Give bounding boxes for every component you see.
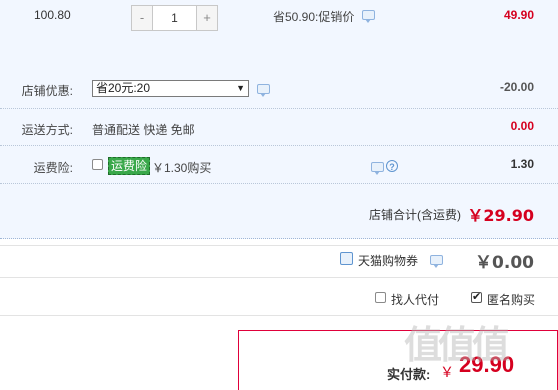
divider [0, 183, 558, 184]
shipping-method: 普通配送 快递 免邮 [92, 123, 195, 137]
coupon-amount: ￥0.00 [475, 253, 534, 273]
watermark-logo: 值值值 [404, 325, 510, 367]
freight-insurance-price: ￥1.30购买 [152, 161, 212, 175]
proxy-pay-label: 找人代付 [391, 293, 440, 307]
divider [0, 277, 558, 278]
anonymous-checkbox[interactable] [471, 290, 482, 303]
item-subtotal: 49.90 [503, 8, 534, 22]
help-icon[interactable]: ? [386, 160, 398, 172]
shop-total-amount: ￥29.90 [467, 206, 534, 225]
anonymous-label: 匿名购买 [487, 293, 536, 307]
shop-discount-label: 店铺优惠: [21, 84, 73, 98]
divider [0, 145, 558, 146]
divider [0, 245, 558, 246]
message-icon[interactable] [257, 84, 270, 97]
coupon-label: 天猫购物券 [358, 254, 419, 268]
unit-price: 100.80 [34, 8, 71, 22]
proxy-pay-checkbox[interactable] [375, 292, 386, 303]
freight-insurance-checkbox[interactable] [92, 159, 103, 170]
shipping-amount: 0.00 [510, 119, 534, 133]
shop-total-label: 店铺合计(含运费) [369, 208, 461, 222]
coupon-checkbox[interactable] [340, 252, 353, 265]
message-icon[interactable] [371, 162, 384, 175]
increase-button[interactable]: + [197, 6, 217, 30]
freight-insurance-amount: 1.30 [510, 157, 534, 171]
shop-discount-selected: 省20元:20 [96, 81, 151, 95]
freight-insurance-label: 运费险: [33, 161, 73, 175]
chevron-down-icon: ▼ [236, 83, 245, 93]
decrease-button[interactable]: - [132, 6, 152, 30]
shop-discount-select[interactable]: 省20元:20 ▼ [92, 80, 249, 97]
quantity-input[interactable]: 1 [152, 6, 197, 30]
message-icon[interactable] [430, 255, 443, 268]
freight-insurance-tag: 运费险 [108, 157, 151, 175]
quantity-stepper[interactable]: - 1 + [131, 5, 218, 31]
shipping-label: 运送方式: [21, 123, 73, 137]
divider [0, 108, 558, 109]
shop-discount-amount: -20.00 [499, 80, 534, 94]
promo-price-text: 省50.90:促销价 [273, 10, 355, 24]
message-icon[interactable] [362, 10, 375, 23]
